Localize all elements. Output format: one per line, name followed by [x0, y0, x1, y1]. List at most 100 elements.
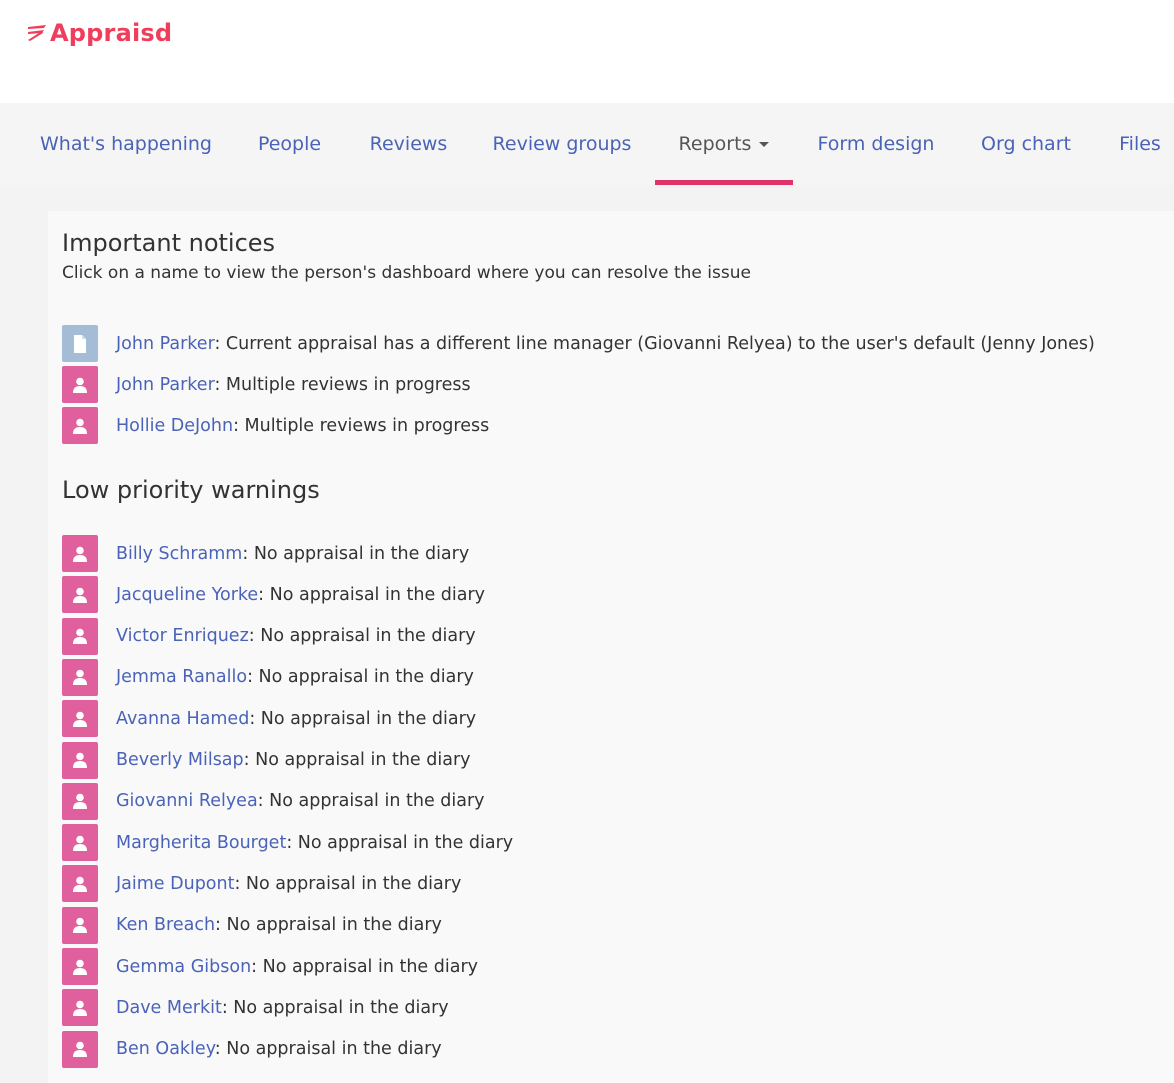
item-message: : Current appraisal has a different line…	[214, 333, 1095, 354]
item-message: : No appraisal in the diary	[257, 791, 485, 812]
item-text: Gemma Gibson: No appraisal in the diary	[116, 957, 478, 977]
person-link[interactable]: John Parker	[116, 375, 214, 395]
item-text: John Parker: Current appraisal has a dif…	[116, 334, 1095, 354]
person-link[interactable]: Hollie DeJohn	[116, 416, 233, 436]
nav-label: Org chart	[981, 133, 1071, 155]
item-text: Margherita Bourget: No appraisal in the …	[116, 833, 513, 853]
list-item: Jaime Dupont: No appraisal in the diary	[62, 865, 461, 903]
list-item: Dave Merkit: No appraisal in the diary	[62, 989, 449, 1027]
list-item: Avanna Hamed: No appraisal in the diary	[62, 700, 476, 738]
person-icon	[62, 366, 98, 403]
nav-whats-happening[interactable]: What's happening	[26, 103, 226, 185]
nav-label: Review groups	[492, 133, 632, 155]
person-icon	[62, 948, 98, 985]
document-icon	[62, 325, 98, 362]
item-text: Avanna Hamed: No appraisal in the diary	[116, 709, 476, 729]
person-icon	[62, 865, 98, 903]
list-item: Ken Breach: No appraisal in the diary	[62, 906, 442, 944]
person-link[interactable]: Jemma Ranallo	[116, 667, 247, 687]
item-message: : No appraisal in the diary	[215, 915, 442, 936]
person-icon	[62, 741, 98, 779]
main-nav: What's happening People Reviews Review g…	[0, 103, 1174, 185]
person-link[interactable]: Billy Schramm	[116, 544, 242, 564]
brand-logo[interactable]: Appraisd	[26, 19, 172, 47]
person-icon	[62, 700, 98, 738]
person-icon	[62, 535, 98, 572]
item-text: Jacqueline Yorke: No appraisal in the di…	[116, 585, 485, 605]
list-item: John Parker: Multiple reviews in progres…	[62, 366, 471, 403]
item-text: Giovanni Relyea: No appraisal in the dia…	[116, 791, 485, 811]
item-text: Hollie DeJohn: Multiple reviews in progr…	[116, 416, 489, 436]
list-item: Ben Oakley: No appraisal in the diary	[62, 1030, 442, 1068]
nav-org-chart[interactable]: Org chart	[965, 103, 1087, 185]
person-link[interactable]: Jacqueline Yorke	[116, 585, 258, 605]
item-message: : No appraisal in the diary	[247, 667, 474, 688]
person-link[interactable]: Avanna Hamed	[116, 709, 249, 729]
low-priority-warnings-heading: Low priority warnings	[62, 476, 320, 504]
person-link[interactable]: Ben Oakley	[116, 1039, 215, 1059]
person-link[interactable]: John Parker	[116, 334, 214, 354]
item-text: Ben Oakley: No appraisal in the diary	[116, 1039, 442, 1059]
nav-files[interactable]: Files	[1104, 103, 1174, 185]
item-message: : No appraisal in the diary	[286, 832, 514, 853]
person-link[interactable]: Beverly Milsap	[116, 750, 244, 770]
person-icon	[62, 824, 98, 862]
list-item: Margherita Bourget: No appraisal in the …	[62, 824, 513, 862]
person-link[interactable]: Gemma Gibson	[116, 957, 251, 977]
nav-label: Reviews	[369, 133, 448, 155]
nav-label: Files	[1119, 133, 1161, 155]
list-item: Hollie DeJohn: Multiple reviews in progr…	[62, 407, 489, 444]
item-message: : No appraisal in the diary	[249, 708, 477, 729]
item-text: Jaime Dupont: No appraisal in the diary	[116, 874, 461, 894]
nav-review-groups[interactable]: Review groups	[478, 103, 646, 185]
nav-label: Form design	[817, 133, 935, 155]
top-header: Appraisd	[0, 0, 1174, 103]
item-message: : No appraisal in the diary	[258, 584, 486, 605]
nav-reviews[interactable]: Reviews	[353, 103, 464, 185]
nav-people[interactable]: People	[240, 103, 339, 185]
list-item: Billy Schramm: No appraisal in the diary	[62, 535, 469, 572]
person-link[interactable]: Jaime Dupont	[116, 874, 234, 894]
person-icon	[62, 407, 98, 444]
item-text: Ken Breach: No appraisal in the diary	[116, 915, 442, 935]
person-link[interactable]: Giovanni Relyea	[116, 791, 258, 811]
important-notices-subtitle: Click on a name to view the person's das…	[62, 263, 751, 283]
list-item: John Parker: Current appraisal has a dif…	[62, 325, 1095, 362]
person-icon	[62, 782, 98, 820]
item-message: : No appraisal in the diary	[251, 956, 479, 977]
nav-form-design[interactable]: Form design	[802, 103, 950, 185]
list-item: Gemma Gibson: No appraisal in the diary	[62, 948, 478, 985]
item-message: : No appraisal in the diary	[243, 750, 471, 770]
item-text: Beverly Milsap: No appraisal in the diar…	[116, 750, 471, 770]
important-notices-heading: Important notices	[62, 229, 276, 257]
person-link[interactable]: Dave Merkit	[116, 998, 222, 1018]
person-icon	[62, 576, 98, 614]
item-message: : No appraisal in the diary	[242, 543, 470, 564]
item-text: Billy Schramm: No appraisal in the diary	[116, 544, 469, 564]
nav-label: Reports	[678, 133, 752, 155]
nav-reports[interactable]: Reports	[655, 103, 793, 185]
person-icon	[62, 906, 98, 944]
item-message: : No appraisal in the diary	[221, 997, 449, 1018]
list-item: Jemma Ranallo: No appraisal in the diary	[62, 658, 474, 696]
person-icon	[62, 989, 98, 1027]
item-text: Jemma Ranallo: No appraisal in the diary	[116, 667, 474, 687]
list-item: Beverly Milsap: No appraisal in the diar…	[62, 741, 471, 779]
logo-mark-icon	[28, 25, 46, 41]
list-item: Giovanni Relyea: No appraisal in the dia…	[62, 782, 485, 820]
person-link[interactable]: Margherita Bourget	[116, 833, 286, 853]
nav-label: What's happening	[39, 133, 212, 155]
person-link[interactable]: Victor Enriquez	[116, 626, 249, 646]
person-icon	[62, 617, 98, 655]
list-item: Jacqueline Yorke: No appraisal in the di…	[62, 576, 485, 614]
item-message: : Multiple reviews in progress	[233, 415, 490, 436]
caret-down-icon	[759, 141, 770, 147]
person-icon	[62, 1030, 98, 1068]
nav-label: People	[257, 133, 322, 155]
item-message: : No appraisal in the diary	[248, 626, 476, 647]
brand-name: Appraisd	[50, 19, 173, 47]
person-link[interactable]: Ken Breach	[116, 915, 215, 935]
person-icon	[62, 658, 98, 696]
item-text: Dave Merkit: No appraisal in the diary	[116, 998, 449, 1018]
item-message: : No appraisal in the diary	[234, 873, 462, 894]
